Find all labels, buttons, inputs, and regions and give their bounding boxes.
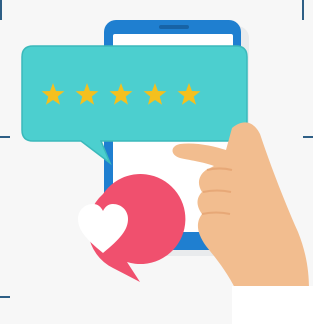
sleeve (232, 286, 313, 324)
illustration-canvas (0, 0, 313, 324)
heart-bubble (78, 174, 186, 282)
phone-speaker (159, 25, 189, 29)
phone-review-illustration (21, 20, 313, 324)
